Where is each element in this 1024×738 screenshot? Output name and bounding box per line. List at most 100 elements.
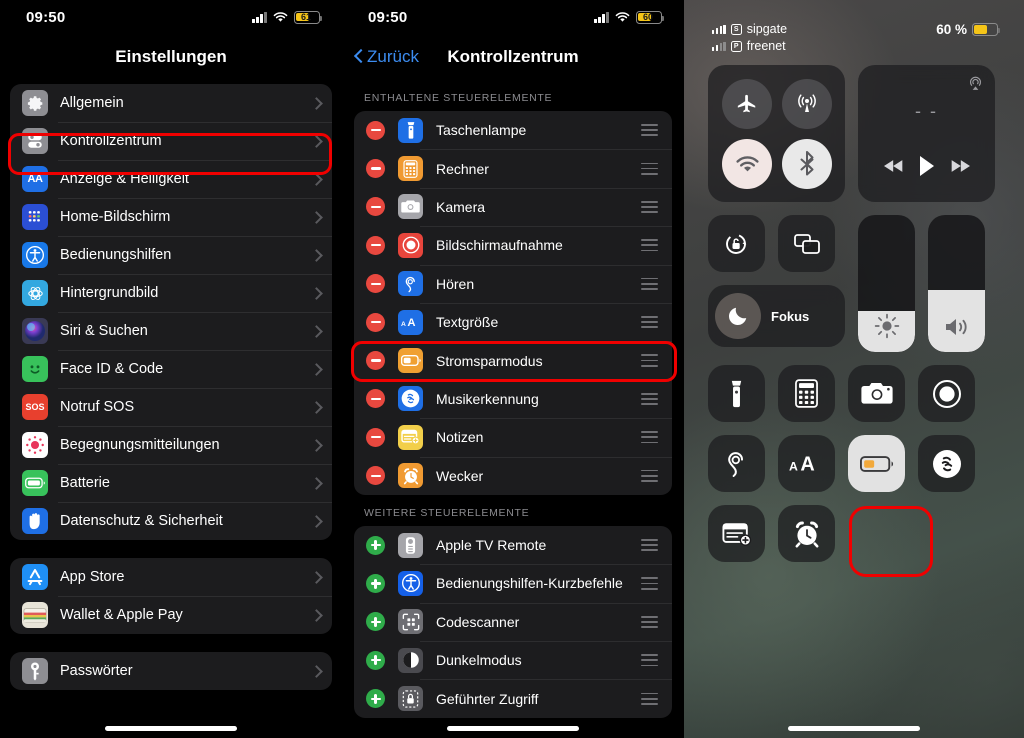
- reorder-handle-icon[interactable]: [641, 692, 658, 705]
- sidebar-item-anzeige-helligkeit[interactable]: AA Anzeige & Helligkeit: [10, 160, 332, 198]
- cc-row-3: [708, 365, 1000, 422]
- control-row-textgr-e[interactable]: A A Textgröße: [354, 302, 672, 341]
- media-playback-tile[interactable]: - -: [858, 65, 995, 202]
- sidebar-item-app-store[interactable]: App Store: [10, 558, 332, 596]
- control-row-bedienungshilfen-kurzbefehle[interactable]: Bedienungshilfen-Kurzbefehle: [354, 564, 672, 602]
- reorder-handle-icon[interactable]: [641, 200, 658, 214]
- sidebar-item-bedienungshilfen[interactable]: Bedienungshilfen: [10, 236, 332, 274]
- reorder-handle-icon[interactable]: [641, 277, 658, 290]
- control-row-bildschirmaufnahme[interactable]: Bildschirmaufnahme: [354, 226, 672, 264]
- sidebar-item-passw-rter[interactable]: Passwörter: [10, 652, 332, 690]
- sidebar-item-wallet-apple-pay[interactable]: Wallet & Apple Pay: [10, 596, 332, 634]
- connectivity-tile[interactable]: [708, 65, 845, 202]
- remove-control-button[interactable]: [366, 466, 385, 486]
- sidebar-item-notruf-sos[interactable]: SOS Notruf SOS: [10, 388, 332, 426]
- remove-control-button[interactable]: [366, 427, 385, 447]
- reorder-handle-icon[interactable]: [641, 239, 658, 252]
- control-center-icon: [22, 128, 48, 154]
- camera-button[interactable]: [848, 365, 905, 422]
- control-row-wecker[interactable]: Wecker: [354, 456, 672, 495]
- hearing-button[interactable]: [708, 435, 765, 492]
- rewind-icon[interactable]: [883, 159, 904, 173]
- screen-record-button[interactable]: [918, 365, 975, 422]
- control-row-kamera[interactable]: Kamera: [354, 187, 672, 226]
- battery-percent: 60: [642, 12, 653, 22]
- quick-note-button[interactable]: [708, 505, 765, 562]
- remove-control-button[interactable]: [366, 120, 385, 140]
- sidebar-item-begegnungsmitteilungen[interactable]: Begegnungsmitteilungen: [10, 426, 332, 464]
- reorder-handle-icon[interactable]: [641, 316, 658, 329]
- remove-control-button[interactable]: [366, 351, 385, 371]
- airplane-mode-toggle[interactable]: [722, 79, 772, 129]
- brightness-slider[interactable]: [858, 215, 915, 352]
- reorder-handle-icon[interactable]: [641, 124, 658, 137]
- bluetooth-toggle[interactable]: [782, 139, 832, 189]
- control-label: Rechner: [436, 160, 489, 177]
- remove-control-button[interactable]: [366, 312, 385, 332]
- control-row-musikerkennung[interactable]: Musikerkennung: [354, 379, 672, 418]
- control-row-gef-hrter-zugriff[interactable]: Geführter Zugriff: [354, 679, 672, 717]
- play-icon[interactable]: [919, 156, 935, 176]
- back-button[interactable]: Zurück: [354, 34, 419, 80]
- status-indicators: 60: [594, 10, 664, 24]
- control-center-panel: S sipgate P freenet 60 % - - Fokus A A: [684, 0, 1024, 738]
- reorder-handle-icon[interactable]: [641, 431, 658, 444]
- reorder-handle-icon[interactable]: [641, 392, 658, 406]
- airplay-icon[interactable]: [967, 75, 984, 92]
- control-row-h-ren[interactable]: Hören: [354, 264, 672, 303]
- rotation-lock-toggle[interactable]: [708, 215, 765, 272]
- alarm-button[interactable]: [778, 505, 835, 562]
- sidebar-item-batterie[interactable]: Batterie: [10, 464, 332, 502]
- wallet-icon: [22, 602, 48, 628]
- carrier-list: S sipgate P freenet: [712, 22, 787, 53]
- sidebar-item-home-bildschirm[interactable]: Home-Bildschirm: [10, 198, 332, 236]
- sidebar-item-kontrollzentrum[interactable]: Kontrollzentrum: [10, 122, 332, 160]
- add-control-button[interactable]: [366, 535, 385, 555]
- sidebar-item-allgemein[interactable]: Allgemein: [10, 84, 332, 122]
- brightness-icon: [858, 313, 915, 339]
- settings-item-label: Kontrollzentrum: [60, 133, 162, 149]
- sidebar-item-datenschutz-sicherheit[interactable]: Datenschutz & Sicherheit: [10, 502, 332, 540]
- reorder-handle-icon[interactable]: [641, 654, 658, 667]
- low-power-mode-toggle[interactable]: [848, 435, 905, 492]
- control-row-rechner[interactable]: Rechner: [354, 149, 672, 187]
- sidebar-item-hintergrundbild[interactable]: Hintergrundbild: [10, 274, 332, 312]
- sidebar-item-siri-suchen[interactable]: Siri & Suchen: [10, 312, 332, 350]
- remove-control-button[interactable]: [366, 235, 385, 255]
- reorder-handle-icon[interactable]: [641, 354, 658, 367]
- status-time: 09:50: [368, 8, 408, 26]
- sidebar-item-face-id-code[interactable]: Face ID & Code: [10, 350, 332, 388]
- control-row-taschenlampe[interactable]: Taschenlampe: [354, 111, 672, 149]
- reorder-handle-icon[interactable]: [641, 469, 658, 482]
- cellular-signal-icon: [594, 11, 609, 23]
- remove-control-button[interactable]: [366, 274, 385, 294]
- volume-slider[interactable]: [928, 215, 985, 352]
- cellular-data-toggle[interactable]: [782, 79, 832, 129]
- calculator-button[interactable]: [778, 365, 835, 422]
- add-control-button[interactable]: [366, 650, 385, 670]
- sim-badge: S: [730, 23, 742, 35]
- reorder-handle-icon[interactable]: [641, 539, 658, 552]
- text-size-button[interactable]: AA: [778, 435, 835, 492]
- control-row-dunkelmodus[interactable]: Dunkelmodus: [354, 641, 672, 679]
- remove-control-button[interactable]: [366, 159, 385, 179]
- flashlight-toggle[interactable]: [708, 365, 765, 422]
- reorder-handle-icon[interactable]: [641, 162, 658, 175]
- focus-toggle[interactable]: Fokus: [708, 285, 845, 347]
- screen-mirroring-toggle[interactable]: [778, 215, 835, 272]
- reorder-handle-icon[interactable]: [641, 577, 658, 590]
- music-recognition-button[interactable]: [918, 435, 975, 492]
- reorder-handle-icon[interactable]: [641, 615, 658, 628]
- remove-control-button[interactable]: [366, 197, 385, 217]
- add-control-button[interactable]: [366, 573, 385, 593]
- add-control-button[interactable]: [366, 612, 385, 632]
- remove-control-button[interactable]: [366, 389, 385, 409]
- control-row-codescanner[interactable]: Codescanner: [354, 602, 672, 641]
- control-row-stromsparmodus[interactable]: Stromsparmodus: [354, 341, 672, 379]
- wifi-toggle[interactable]: [722, 139, 772, 189]
- control-row-apple-tv-remote[interactable]: Apple TV Remote: [354, 526, 672, 564]
- add-control-button[interactable]: [366, 689, 385, 709]
- fast-forward-icon[interactable]: [950, 159, 970, 173]
- control-row-notizen[interactable]: Notizen: [354, 418, 672, 456]
- status-time: 09:50: [26, 8, 66, 26]
